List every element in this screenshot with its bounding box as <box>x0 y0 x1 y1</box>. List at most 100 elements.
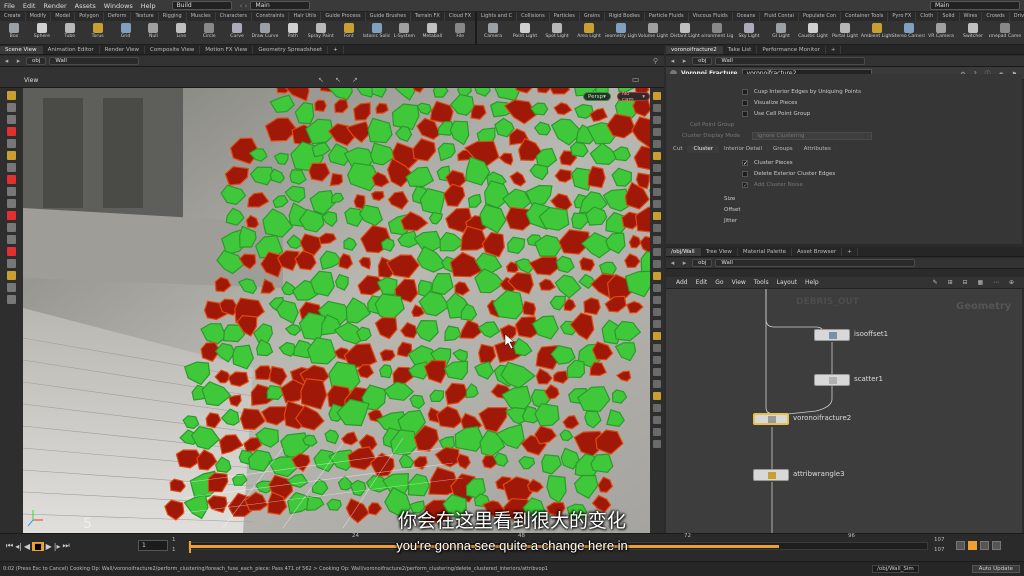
tool-ambient-light[interactable]: Ambient Light <box>861 21 893 45</box>
tool-environment-light[interactable]: Environment Light <box>701 21 733 45</box>
checkbox[interactable] <box>742 110 748 117</box>
context-select[interactable]: Main <box>250 1 311 10</box>
menu-help[interactable]: Help <box>805 279 819 286</box>
tool-icon[interactable] <box>7 295 16 304</box>
persp-menu[interactable]: Persp ▾ <box>583 92 611 101</box>
node-isooffset1[interactable] <box>814 329 850 341</box>
tool-spray-paint[interactable]: Spray Paint <box>307 21 335 45</box>
display-option-icon[interactable] <box>653 392 661 400</box>
shelf-tab-cloud-fx[interactable]: Cloud FX <box>445 12 475 21</box>
shelf-tab-pyro-fx[interactable]: Pyro FX <box>888 12 917 21</box>
display-option-icon[interactable] <box>653 296 661 304</box>
param-use-cell-point-group[interactable]: Use Cell Point Group <box>742 108 1022 119</box>
display-option-icon[interactable] <box>653 116 661 124</box>
shelf-tab-characters[interactable]: Characters <box>216 12 252 21</box>
breadcrumb-wall[interactable]: Wall <box>715 57 866 65</box>
shelf-tab-deform[interactable]: Deform <box>104 12 132 21</box>
checkmark-icon[interactable]: ✓ <box>742 181 748 188</box>
breadcrumb-obj[interactable]: obj <box>692 259 713 267</box>
tool-icon[interactable] <box>7 151 16 160</box>
shelf-tab-rigging[interactable]: Rigging <box>159 12 187 21</box>
param-visualize-pieces[interactable]: Visualize Pieces <box>742 97 1022 108</box>
tool-sky-light[interactable]: Sky Light <box>733 21 765 45</box>
display-option-icon[interactable] <box>653 404 661 412</box>
network-tool-icons[interactable]: ✎ ⊞ ⊟ ▦ ⋯ ⊕ <box>933 279 1024 286</box>
display-option-icon[interactable] <box>653 212 661 220</box>
menu-layout[interactable]: Layout <box>777 279 797 286</box>
tool-box[interactable]: Box <box>0 21 28 45</box>
param-delete-exterior-edges[interactable]: Delete Exterior Cluster Edges <box>742 168 1022 179</box>
menu-assets[interactable]: Assets <box>71 2 100 10</box>
tool-path[interactable]: Path <box>279 21 307 45</box>
camera-menu[interactable]: No cam ▾ <box>617 91 650 103</box>
shelf-tab-oceans[interactable]: Oceans <box>733 12 761 21</box>
display-option-icon[interactable] <box>653 428 661 436</box>
tool-icon[interactable] <box>7 91 16 100</box>
breadcrumb-wall[interactable]: Wall <box>715 259 916 267</box>
tab-asset-browser[interactable]: Asset Browser <box>792 247 843 256</box>
shelf-tab-guide-brushes[interactable]: Guide Brushes <box>366 12 411 21</box>
display-option-icon[interactable] <box>653 416 661 424</box>
display-option-icon[interactable] <box>653 92 661 100</box>
pin-icon[interactable]: ⚲ <box>653 57 658 65</box>
tab-performance-monitor[interactable]: Performance Monitor <box>757 45 826 54</box>
shelf-tab-texture[interactable]: Texture <box>131 12 159 21</box>
shelf-tab-terrain-fx[interactable]: Terrain FX <box>411 12 445 21</box>
display-option-icon[interactable] <box>653 356 661 364</box>
tool-gi-light[interactable]: GI Light <box>765 21 797 45</box>
add-tab-button[interactable]: + <box>328 45 344 54</box>
forward-icon[interactable]: ▸ <box>680 57 689 65</box>
display-option-icon[interactable] <box>653 308 661 316</box>
subtab-cluster[interactable]: Cluster <box>688 144 720 153</box>
shelf-tab-viscous-fluids[interactable]: Viscous Fluids <box>689 12 733 21</box>
tab-composite-view[interactable]: Composite View <box>145 45 201 54</box>
menu-add[interactable]: Add <box>676 279 688 286</box>
auto-update-button[interactable]: Auto Update <box>971 565 1020 573</box>
tab-animation-editor[interactable]: Animation Editor <box>43 45 100 54</box>
tool-icon[interactable] <box>7 187 16 196</box>
menu-go[interactable]: Go <box>715 279 723 286</box>
shelf-tab-container-tools[interactable]: Container Tools <box>841 12 889 21</box>
shelf-tab-drive-simula[interactable]: Drive Simula <box>1010 12 1024 21</box>
tool-icon[interactable] <box>7 115 16 124</box>
checkbox[interactable] <box>742 170 748 177</box>
param-cusp-interior[interactable]: Cusp Interior Edges by Uniquing Points <box>742 86 1022 97</box>
tab-geometry-spreadsheet[interactable]: Geometry Spreadsheet <box>253 45 329 54</box>
shelf-tab-model[interactable]: Model <box>51 12 76 21</box>
tool-draw-curve[interactable]: Draw Curve <box>251 21 279 45</box>
tab-tree-view[interactable]: Tree View <box>701 247 738 256</box>
tool-icon[interactable] <box>7 271 16 280</box>
shelf-tab-collisions[interactable]: Collisions <box>517 12 550 21</box>
breadcrumb-obj[interactable]: obj <box>26 57 47 65</box>
shelf-tab-grains[interactable]: Grains <box>580 12 605 21</box>
shelf-tab-rigid-bodies[interactable]: Rigid Bodies <box>605 12 645 21</box>
forward-icon[interactable]: ▸ <box>14 57 23 65</box>
menu-edit[interactable]: Edit <box>19 2 40 10</box>
network-editor[interactable]: Geometry DEBRIS_OUT isooffset1 scatter1 … <box>666 289 1022 533</box>
node-attribwrangle3[interactable] <box>753 469 789 481</box>
shelf-tab-polygon[interactable]: Polygon <box>75 12 104 21</box>
desktop-select[interactable]: Build <box>171 1 232 10</box>
checkbox[interactable] <box>742 99 748 106</box>
display-option-icon[interactable] <box>653 284 661 292</box>
shelf-tab-particle-fluids[interactable]: Particle Fluids <box>645 12 689 21</box>
handle-icon[interactable]: ↗ <box>352 76 358 84</box>
forward-icon[interactable]: ▸ <box>680 259 689 267</box>
shelf-tab-create[interactable]: Create <box>0 12 26 21</box>
tool-icon[interactable] <box>7 223 16 232</box>
viewport-menu-icon[interactable]: ▭ <box>632 75 640 84</box>
tool-font[interactable]: Font <box>335 21 363 45</box>
tool-vr-camera[interactable]: VR Camera <box>925 21 957 45</box>
tool-gamepad-camera[interactable]: Gamepad Camera <box>989 21 1021 45</box>
display-option-icon[interactable] <box>653 440 661 448</box>
checkbox[interactable] <box>742 88 748 95</box>
select-icon[interactable]: ↖ <box>335 76 341 84</box>
scene-viewport[interactable]: 5 Persp ▾ No cam ▾ <box>23 88 650 533</box>
back-icon[interactable]: ◂ <box>668 57 677 65</box>
checkmark-icon[interactable]: ✓ <box>742 159 748 166</box>
menu-tools[interactable]: Tools <box>754 279 769 286</box>
display-option-icon[interactable] <box>653 248 661 256</box>
shelf-tab-particles[interactable]: Particles <box>550 12 580 21</box>
tool-icon[interactable] <box>7 163 16 172</box>
shelf-tab-wires[interactable]: Wires <box>960 12 983 21</box>
